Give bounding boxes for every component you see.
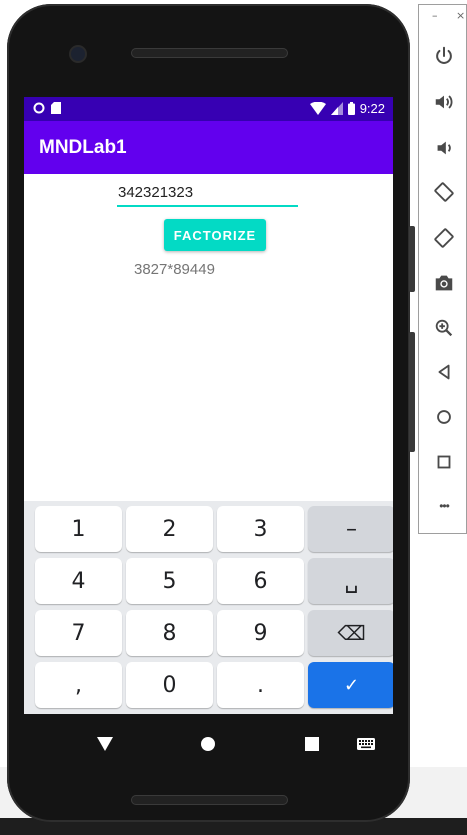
number-input[interactable]: 342321323 (117, 183, 298, 207)
sd-card-icon (51, 102, 61, 114)
emulator-side-panel: – × ••• (418, 4, 467, 534)
front-camera (71, 47, 85, 61)
key-2[interactable]: 2 (126, 506, 213, 552)
close-window-button[interactable]: × (456, 9, 465, 22)
navigation-bar (7, 714, 410, 772)
phone-frame: 9:22 MNDLab1 342321323 FACTORIZE 3827*89… (7, 4, 415, 822)
wifi-icon (309, 102, 326, 115)
backspace-key[interactable]: ⌫ (308, 610, 393, 656)
phone-power-key[interactable] (409, 226, 415, 292)
camera-icon (435, 275, 453, 291)
keyboard-icon (357, 738, 375, 750)
overview-button[interactable] (431, 449, 457, 475)
nav-keyboard-button[interactable] (356, 734, 376, 754)
nav-overview-icon (305, 737, 319, 751)
key-4[interactable]: 4 (35, 558, 122, 604)
nav-back-icon (97, 737, 113, 751)
zoom-button[interactable] (431, 315, 457, 341)
volume-down-icon (437, 141, 451, 155)
volume-up-icon (435, 95, 453, 109)
key-7[interactable]: 7 (35, 610, 122, 656)
battery-icon (347, 102, 355, 115)
more-button[interactable]: ••• (431, 493, 457, 519)
key-comma[interactable]: , (35, 662, 122, 708)
minimize-window-button[interactable]: – (432, 9, 438, 22)
result-text: 3827*89449 (134, 261, 215, 278)
notification-circle-icon (33, 102, 45, 114)
power-icon (436, 46, 452, 64)
back-button[interactable] (431, 359, 457, 385)
zoom-icon (435, 319, 453, 337)
status-bar: 9:22 (24, 97, 393, 121)
key-3[interactable]: 3 (217, 506, 304, 552)
volume-down-button[interactable] (431, 135, 457, 161)
more-icon: ••• (439, 499, 450, 513)
nav-home-icon (201, 737, 215, 751)
app-title: MNDLab1 (39, 137, 127, 158)
rotate-left-button[interactable] (431, 179, 457, 205)
nav-back-button[interactable] (95, 734, 115, 754)
bottom-speaker (131, 795, 288, 805)
done-key[interactable]: ✓ (308, 662, 393, 708)
key-0[interactable]: 0 (126, 662, 213, 708)
nav-home-button[interactable] (198, 734, 218, 754)
key-space[interactable]: ␣ (308, 558, 393, 604)
nav-overview-button[interactable] (302, 734, 322, 754)
app-bar: MNDLab1 (24, 121, 393, 174)
volume-up-button[interactable] (431, 89, 457, 115)
earpiece-speaker (131, 48, 288, 58)
status-time: 9:22 (359, 101, 385, 116)
overview-icon (437, 455, 451, 469)
home-icon (437, 410, 451, 424)
factorize-button[interactable]: FACTORIZE (164, 219, 266, 251)
numeric-keyboard: 1 2 3 – 4 5 6 ␣ 7 8 9 ⌫ , 0 . ✓ (24, 501, 393, 714)
main-content: 342321323 FACTORIZE 3827*89449 (24, 174, 393, 504)
phone-volume-key[interactable] (409, 332, 415, 452)
key-9[interactable]: 9 (217, 610, 304, 656)
home-button[interactable] (431, 404, 457, 430)
screenshot-button[interactable] (431, 270, 457, 296)
rotate-right-button[interactable] (431, 225, 457, 251)
key-5[interactable]: 5 (126, 558, 213, 604)
back-icon (438, 364, 450, 380)
key-6[interactable]: 6 (217, 558, 304, 604)
key-1[interactable]: 1 (35, 506, 122, 552)
key-period[interactable]: . (217, 662, 304, 708)
key-8[interactable]: 8 (126, 610, 213, 656)
key-minus[interactable]: – (308, 506, 393, 552)
cell-signal-icon (330, 102, 343, 115)
rotate-right-icon (434, 228, 454, 248)
phone-screen: 9:22 MNDLab1 342321323 FACTORIZE 3827*89… (24, 97, 393, 714)
rotate-left-icon (434, 182, 454, 202)
power-button[interactable] (431, 43, 457, 69)
